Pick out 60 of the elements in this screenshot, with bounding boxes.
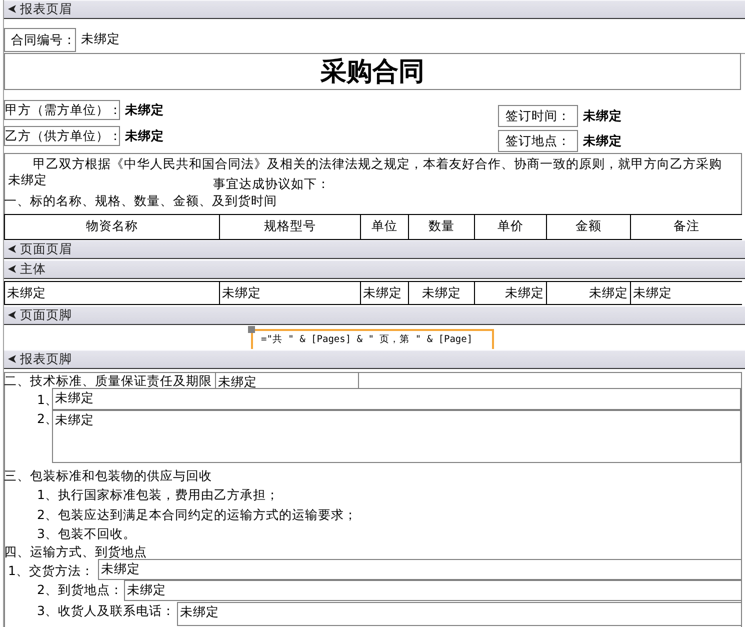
column-header: 备注 <box>630 214 742 240</box>
section-title: 页面页眉 <box>20 241 72 258</box>
unbound-field: 未绑定 <box>630 281 742 305</box>
field-label: 1、交货方法： <box>8 563 94 579</box>
unbound-field: 未绑定 <box>474 281 546 305</box>
unbound-field: 未绑定 <box>125 102 164 118</box>
unbound-field: 未绑定 <box>546 281 630 305</box>
field-label: 签订地点： <box>498 130 578 152</box>
section-arrow-icon <box>8 245 17 254</box>
unbound-field: 未绑定 <box>124 580 742 601</box>
section-bar[interactable]: 报表页脚 <box>4 350 745 369</box>
unbound-field: 未绑定 <box>81 31 120 47</box>
section-arrow-icon <box>8 311 17 320</box>
unbound-field: 未绑定 <box>4 281 219 305</box>
field-label: 签订时间： <box>498 105 578 127</box>
section-arrow-icon <box>8 265 17 274</box>
section-arrow-icon <box>8 5 17 14</box>
unbound-field: 未绑定 <box>52 410 741 463</box>
clause-heading: 一、标的名称、规格、数量、金额、及到货时间 <box>4 193 277 209</box>
section-title: 页面页脚 <box>20 307 72 324</box>
unbound-field: 未绑定 <box>52 388 741 410</box>
unbound-field: 未绑定 <box>583 108 622 124</box>
section-bar[interactable]: 页面页脚 <box>4 306 745 325</box>
clause-item: 1、执行国家标准包装，费用由乙方承担； <box>37 487 279 503</box>
clause-item: 3、包装不回收。 <box>37 526 136 542</box>
unbound-field: 未绑定 <box>125 128 164 144</box>
section-bar[interactable]: 主体 <box>4 260 745 279</box>
unbound-field: 未绑定 <box>8 172 47 188</box>
field-label: 合同编号： <box>4 28 76 52</box>
section-bar[interactable]: 页面页眉 <box>4 240 745 259</box>
column-header: 单价 <box>474 214 546 240</box>
unbound-field: 未绑定 <box>583 133 622 149</box>
column-header: 金额 <box>546 214 630 240</box>
clause-heading: 三、包装标准和包装物的供应与回收 <box>4 468 212 484</box>
page-number-expression[interactable]: ="共 " & [Pages] & " 页，第 " & [Page] <box>251 329 494 349</box>
field-label: 甲方（需方单位）： <box>4 100 120 120</box>
section-title: 报表页脚 <box>20 351 72 368</box>
column-header: 规格型号 <box>219 214 360 240</box>
unbound-field: 未绑定 <box>98 559 742 580</box>
section-title: 报表页眉 <box>20 1 72 18</box>
clause-item: 2、包装应达到满足本合同约定的运输方式的运输要求； <box>37 506 357 522</box>
unbound-field: 未绑定 <box>177 602 742 626</box>
section-arrow-icon <box>8 355 17 364</box>
intro-text: 甲乙双方根据《中华人民共和国合同法》及相关的法律法规之规定，本着友好合作、协商一致的原则，就甲方向乙方采购 <box>33 156 722 172</box>
section-title: 主体 <box>20 261 46 278</box>
field-label: 2、到货地点： <box>37 582 123 598</box>
section-bar[interactable]: 报表页眉 <box>4 0 745 19</box>
field-label: 乙方（供方单位）： <box>4 126 120 146</box>
clause-heading: 四、运输方式、到货地点 <box>4 544 147 560</box>
unbound-field: 未绑定 <box>408 281 474 305</box>
column-header: 数量 <box>408 214 474 240</box>
unbound-field: 未绑定 <box>360 281 408 305</box>
resize-handle[interactable] <box>248 326 255 333</box>
column-header: 物资名称 <box>4 214 219 240</box>
column-header: 单位 <box>360 214 408 240</box>
report-title: 采购合同 <box>4 53 741 90</box>
clause-heading: 二、技术标准、质量保证责任及期限 <box>4 373 212 389</box>
field-label: 3、收货人及联系电话： <box>37 603 175 619</box>
unbound-field: 未绑定 <box>219 281 360 305</box>
intro-text: 事宜达成协议如下： <box>213 176 330 192</box>
